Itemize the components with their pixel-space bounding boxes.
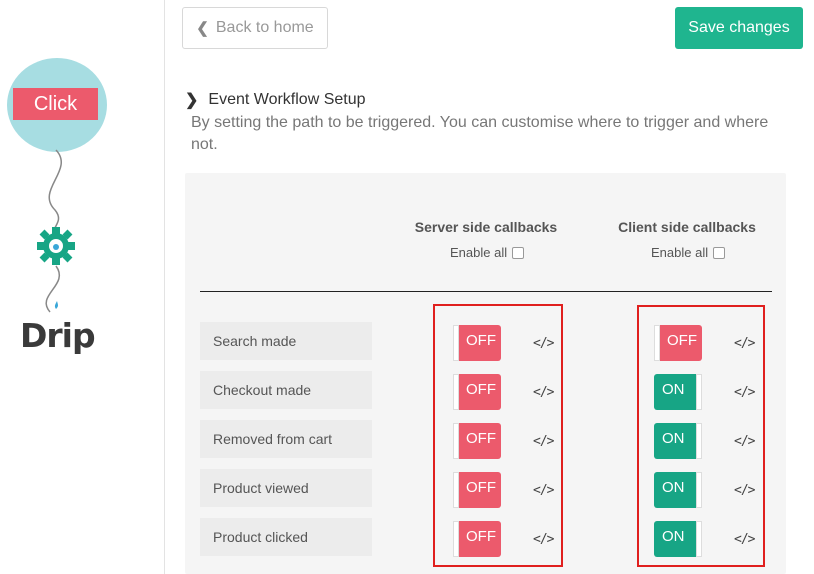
chevron-right-icon: ❯ bbox=[185, 92, 199, 109]
section-title: Event Workflow Setup bbox=[208, 91, 366, 108]
header-divider bbox=[200, 291, 772, 292]
client-enable-all-label: Enable all bbox=[651, 245, 709, 260]
event-label: Search made bbox=[200, 322, 372, 360]
workflow-diagram: Click Drip bbox=[0, 0, 165, 574]
section-description: By setting the path to be triggered. You… bbox=[191, 114, 769, 153]
client-enable-all[interactable]: Enable all bbox=[651, 245, 726, 260]
server-callbacks-header: Server side callbacks bbox=[414, 219, 558, 235]
client-highlight-box bbox=[637, 305, 765, 567]
back-button-label: Back to home bbox=[215, 19, 314, 36]
save-changes-button[interactable]: Save changes bbox=[675, 7, 803, 49]
section-header[interactable]: ❯ Event Workflow Setup bbox=[185, 90, 366, 110]
page: Click Drip ❮ Back to home Save changes ❯… bbox=[0, 0, 814, 574]
drip-logo: Drip bbox=[20, 316, 96, 355]
event-label: Checkout made bbox=[200, 371, 372, 409]
connector-line bbox=[45, 149, 62, 313]
chevron-left-icon: ❮ bbox=[196, 20, 209, 37]
gear-icon bbox=[37, 227, 75, 265]
server-enable-all[interactable]: Enable all bbox=[450, 245, 525, 260]
client-callbacks-header: Client side callbacks bbox=[618, 219, 756, 235]
event-label: Product viewed bbox=[200, 469, 372, 507]
event-label: Removed from cart bbox=[200, 420, 372, 458]
event-label: Product clicked bbox=[200, 518, 372, 556]
back-to-home-button[interactable]: ❮ Back to home bbox=[182, 7, 328, 49]
server-highlight-box bbox=[433, 304, 563, 567]
server-enable-all-label: Enable all bbox=[450, 245, 508, 260]
server-enable-all-checkbox[interactable] bbox=[512, 246, 525, 259]
client-enable-all-checkbox[interactable] bbox=[713, 246, 726, 259]
